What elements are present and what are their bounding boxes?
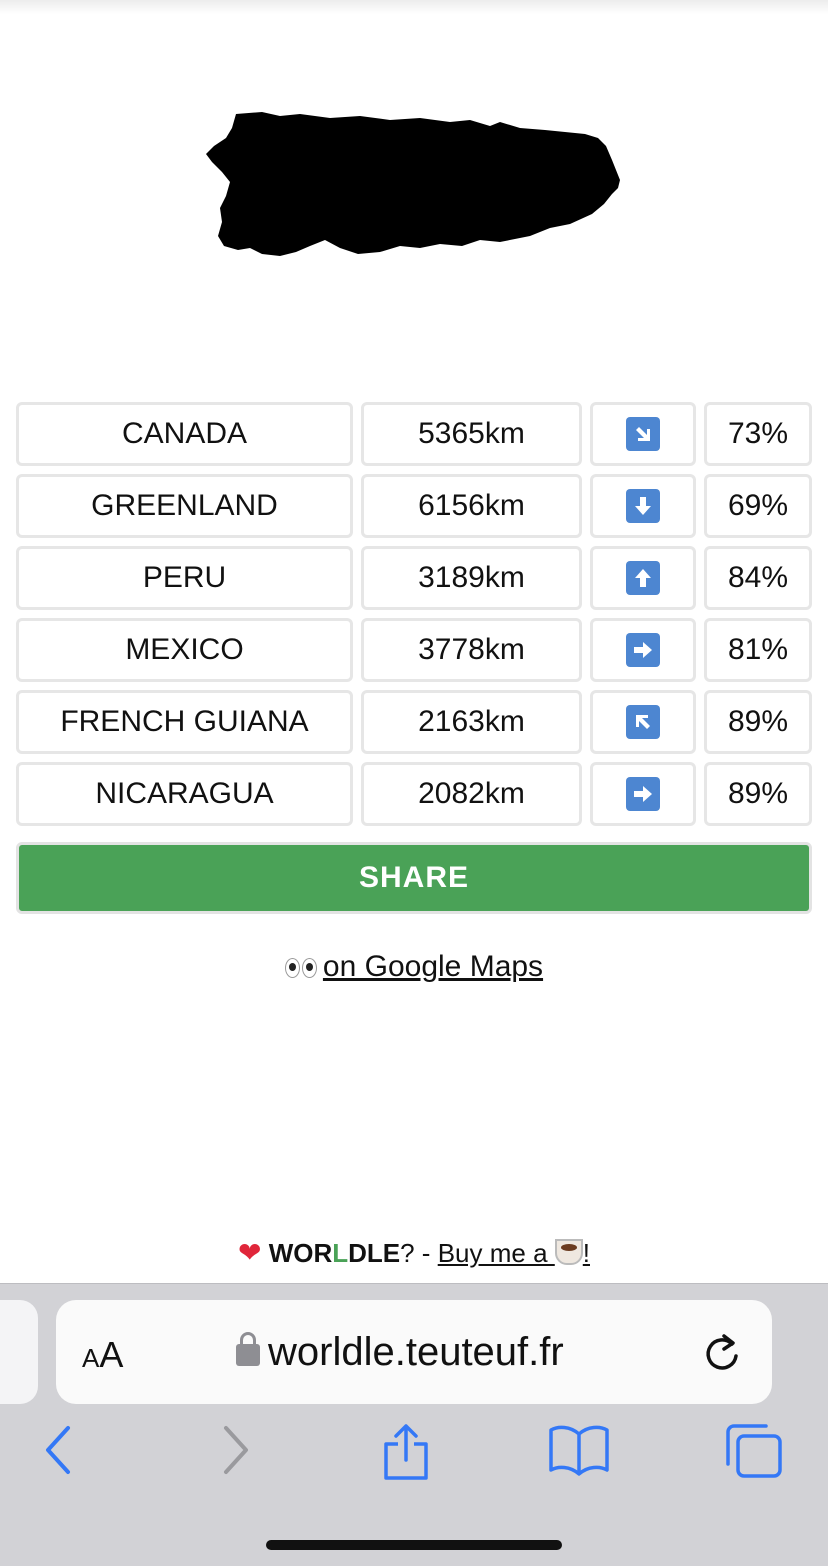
guess-proximity: 89%: [704, 762, 812, 826]
guess-distance: 5365km: [361, 402, 582, 466]
browser-toolbar: AA worldle.teuteuf.fr: [0, 1283, 828, 1566]
guess-row: FRENCH GUIANA 2163km 89%: [16, 690, 812, 754]
bookmarks-icon[interactable]: [548, 1422, 610, 1483]
guess-list: CANADA 5365km 73% GREENLAND 6156km 69% P…: [16, 402, 812, 834]
brand-name: WORLDLE: [268, 1238, 401, 1268]
google-maps-line: on Google Maps: [0, 950, 828, 984]
url-text: worldle.teuteuf.fr: [268, 1330, 564, 1374]
top-shadow: [0, 0, 828, 14]
guess-row: NICARAGUA 2082km 89%: [16, 762, 812, 826]
back-icon[interactable]: [40, 1422, 76, 1483]
footer-separator: ? -: [400, 1238, 438, 1268]
google-maps-link[interactable]: on Google Maps: [323, 950, 543, 983]
guess-row: GREENLAND 6156km 69%: [16, 474, 812, 538]
arrow-right-icon: [626, 633, 660, 667]
guess-proximity: 73%: [704, 402, 812, 466]
guess-country: PERU: [16, 546, 353, 610]
guess-distance: 3778km: [361, 618, 582, 682]
guess-direction: [590, 546, 696, 610]
guess-direction: [590, 402, 696, 466]
guess-distance: 6156km: [361, 474, 582, 538]
address-bar[interactable]: AA worldle.teuteuf.fr: [56, 1300, 772, 1404]
guess-country: NICARAGUA: [16, 762, 353, 826]
guess-distance: 3189km: [361, 546, 582, 610]
previous-tab[interactable]: [0, 1300, 38, 1404]
guess-country: CANADA: [16, 402, 353, 466]
guess-direction: [590, 690, 696, 754]
lock-icon: [236, 1332, 260, 1366]
guess-distance: 2163km: [361, 690, 582, 754]
guess-direction: [590, 762, 696, 826]
guess-proximity: 69%: [704, 474, 812, 538]
guess-row: PERU 3189km 84%: [16, 546, 812, 610]
forward-icon[interactable]: [218, 1422, 254, 1483]
share-button[interactable]: SHARE: [16, 842, 812, 914]
coffee-icon: [554, 1239, 583, 1266]
guess-country: FRENCH GUIANA: [16, 690, 353, 754]
home-indicator: [266, 1540, 562, 1550]
guess-proximity: 81%: [704, 618, 812, 682]
guess-row: CANADA 5365km 73%: [16, 402, 812, 466]
arrow-up-icon: [626, 561, 660, 595]
reload-icon[interactable]: [702, 1330, 742, 1374]
guess-direction: [590, 618, 696, 682]
tabs-icon[interactable]: [722, 1422, 784, 1487]
guess-country: GREENLAND: [16, 474, 353, 538]
arrow-south-east-icon: [626, 417, 660, 451]
guess-country: MEXICO: [16, 618, 353, 682]
eyes-icon: [284, 958, 317, 979]
guess-proximity: 89%: [704, 690, 812, 754]
text-size-button[interactable]: AA: [82, 1334, 123, 1376]
guess-proximity: 84%: [704, 546, 812, 610]
buy-me-coffee-link[interactable]: Buy me a !: [438, 1238, 590, 1268]
heart-icon: ❤: [237, 1237, 262, 1268]
footer: ❤ WORLDLE? - Buy me a !: [0, 1236, 828, 1269]
guess-distance: 2082km: [361, 762, 582, 826]
share-sheet-icon[interactable]: [380, 1422, 432, 1487]
guess-direction: [590, 474, 696, 538]
arrow-right-icon: [626, 777, 660, 811]
country-silhouette: [200, 108, 630, 268]
arrow-down-icon: [626, 489, 660, 523]
guess-row: MEXICO 3778km 81%: [16, 618, 812, 682]
arrow-north-west-icon: [626, 705, 660, 739]
